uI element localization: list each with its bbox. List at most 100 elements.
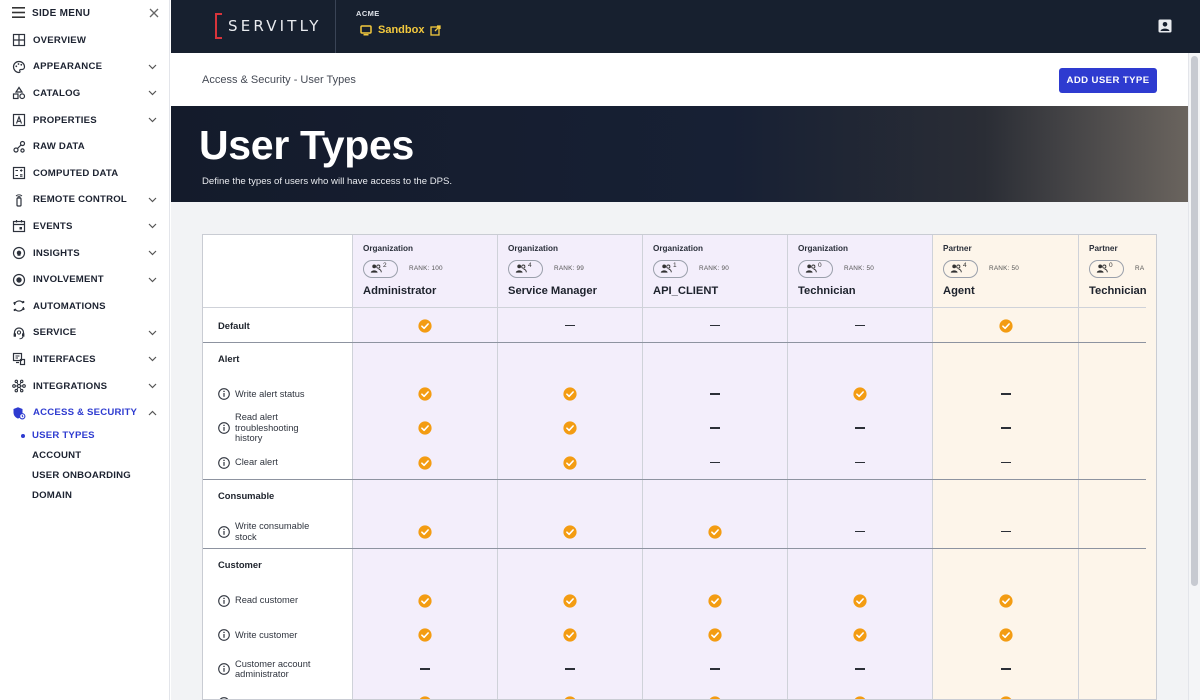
permission-cell[interactable] <box>498 308 643 343</box>
page-scrollbar-thumb[interactable] <box>1191 56 1198 586</box>
chevron-down-icon[interactable] <box>147 195 157 205</box>
permission-cell[interactable] <box>498 411 643 445</box>
permission-cell[interactable] <box>643 686 788 699</box>
permission-cell[interactable] <box>1079 583 1156 618</box>
permission-cell[interactable] <box>933 514 1079 549</box>
permission-cell[interactable] <box>1079 686 1156 699</box>
chevron-down-icon[interactable] <box>147 328 157 338</box>
permission-cell[interactable] <box>353 686 498 699</box>
user-count-chip[interactable]: 0 <box>1089 260 1124 278</box>
permission-cell[interactable] <box>788 583 933 618</box>
permission-cell[interactable] <box>643 618 788 652</box>
page-scrollbar[interactable] <box>1188 53 1200 700</box>
info-icon[interactable] <box>218 525 235 538</box>
permission-cell[interactable] <box>933 377 1079 411</box>
chevron-down-icon[interactable] <box>147 275 157 285</box>
sidebar-item-service[interactable]: SERVICE <box>0 320 169 347</box>
permission-cell[interactable] <box>353 308 498 343</box>
permission-cell[interactable] <box>933 652 1079 686</box>
permission-cell[interactable] <box>353 377 498 411</box>
permission-cell[interactable] <box>643 480 788 514</box>
user-account-icon[interactable] <box>1158 19 1172 33</box>
permission-cell[interactable] <box>788 411 933 445</box>
permission-cell[interactable] <box>643 652 788 686</box>
permission-cell[interactable] <box>643 377 788 411</box>
permission-cell[interactable] <box>1079 308 1156 343</box>
hamburger-icon[interactable] <box>12 5 25 23</box>
chevron-down-icon[interactable] <box>147 248 157 258</box>
permission-cell[interactable] <box>353 618 498 652</box>
permission-cell[interactable] <box>498 549 643 583</box>
permission-cell[interactable] <box>1079 618 1156 652</box>
permission-cell[interactable] <box>933 411 1079 445</box>
submenu-item-user-onboarding[interactable]: USER ONBOARDING <box>0 466 169 486</box>
permission-cell[interactable] <box>498 618 643 652</box>
permission-cell[interactable] <box>353 549 498 583</box>
chevron-down-icon[interactable] <box>147 62 157 72</box>
info-icon[interactable] <box>218 663 235 675</box>
chevron-down-icon[interactable] <box>147 115 157 125</box>
info-icon[interactable] <box>218 594 235 607</box>
permission-cell[interactable] <box>788 343 933 377</box>
sidebar-item-interfaces[interactable]: INTERFACES <box>0 346 169 373</box>
user-type-column-header[interactable]: Partner 4 RANK: 50 Agent <box>933 235 1079 308</box>
servitly-logo[interactable]: SERVITLY <box>215 12 322 40</box>
permission-cell[interactable] <box>353 411 498 445</box>
environment-link[interactable]: Sandbox <box>360 24 442 36</box>
chevron-up-icon[interactable] <box>147 408 157 418</box>
info-icon[interactable] <box>218 629 235 641</box>
permission-cell[interactable] <box>1079 549 1156 583</box>
sidebar-item-integrations[interactable]: INTEGRATIONS <box>0 373 169 400</box>
sidebar-item-computed-data[interactable]: COMPUTED DATA <box>0 160 169 187</box>
user-count-chip[interactable]: 1 <box>653 260 688 278</box>
permission-cell[interactable] <box>353 445 498 480</box>
permission-cell[interactable] <box>1079 514 1156 549</box>
sidebar-item-catalog[interactable]: CATALOG <box>0 80 169 107</box>
permission-cell[interactable] <box>933 308 1079 343</box>
submenu-item-domain[interactable]: DOMAIN <box>0 486 169 506</box>
sidebar-item-automations[interactable]: AUTOMATIONS <box>0 293 169 320</box>
permission-cell[interactable] <box>1079 377 1156 411</box>
chevron-down-icon[interactable] <box>147 221 157 231</box>
user-type-column-header[interactable]: Partner 0 RA Technician <box>1079 235 1156 308</box>
submenu-item-user-types[interactable]: USER TYPES <box>0 426 169 446</box>
permission-cell[interactable] <box>933 480 1079 514</box>
permission-cell[interactable] <box>788 686 933 699</box>
user-type-column-header[interactable]: Organization 2 RANK: 100 Administrator <box>353 235 498 308</box>
user-type-column-header[interactable]: Organization 4 RANK: 99 Service Manager <box>498 235 643 308</box>
permission-cell[interactable] <box>788 549 933 583</box>
permission-cell[interactable] <box>788 445 933 480</box>
permission-cell[interactable] <box>643 343 788 377</box>
chevron-down-icon[interactable] <box>147 381 157 391</box>
permission-cell[interactable] <box>643 411 788 445</box>
user-type-column-header[interactable]: Organization 1 RANK: 90 API_CLIENT <box>643 235 788 308</box>
permission-cell[interactable] <box>643 308 788 343</box>
permission-cell[interactable] <box>933 445 1079 480</box>
permission-cell[interactable] <box>1079 411 1156 445</box>
sidebar-item-insights[interactable]: INSIGHTS <box>0 240 169 267</box>
permission-cell[interactable] <box>498 686 643 699</box>
chevron-down-icon[interactable] <box>147 354 157 364</box>
permission-cell[interactable] <box>498 583 643 618</box>
permission-cell[interactable] <box>1079 343 1156 377</box>
permission-cell[interactable] <box>1079 445 1156 480</box>
sidebar-item-appearance[interactable]: APPEARANCE <box>0 54 169 81</box>
sidebar-item-overview[interactable]: OVERVIEW <box>0 27 169 54</box>
permission-cell[interactable] <box>788 480 933 514</box>
permission-cell[interactable] <box>498 514 643 549</box>
permission-cell[interactable] <box>498 445 643 480</box>
user-count-chip[interactable]: 4 <box>943 260 978 278</box>
sidebar-item-properties[interactable]: PROPERTIES <box>0 107 169 134</box>
submenu-item-account[interactable]: ACCOUNT <box>0 446 169 466</box>
permission-cell[interactable] <box>498 377 643 411</box>
add-user-type-button[interactable]: ADD USER TYPE <box>1059 68 1157 93</box>
sidebar-item-access-and-security[interactable]: ACCESS & SECURITY <box>0 399 169 426</box>
permission-cell[interactable] <box>933 343 1079 377</box>
permission-cell[interactable] <box>788 308 933 343</box>
user-type-column-header[interactable]: Organization 0 RANK: 50 Technician <box>788 235 933 308</box>
permission-cell[interactable] <box>498 480 643 514</box>
permission-cell[interactable] <box>788 618 933 652</box>
permission-cell[interactable] <box>498 652 643 686</box>
permission-cell[interactable] <box>643 549 788 583</box>
permission-cell[interactable] <box>788 514 933 549</box>
